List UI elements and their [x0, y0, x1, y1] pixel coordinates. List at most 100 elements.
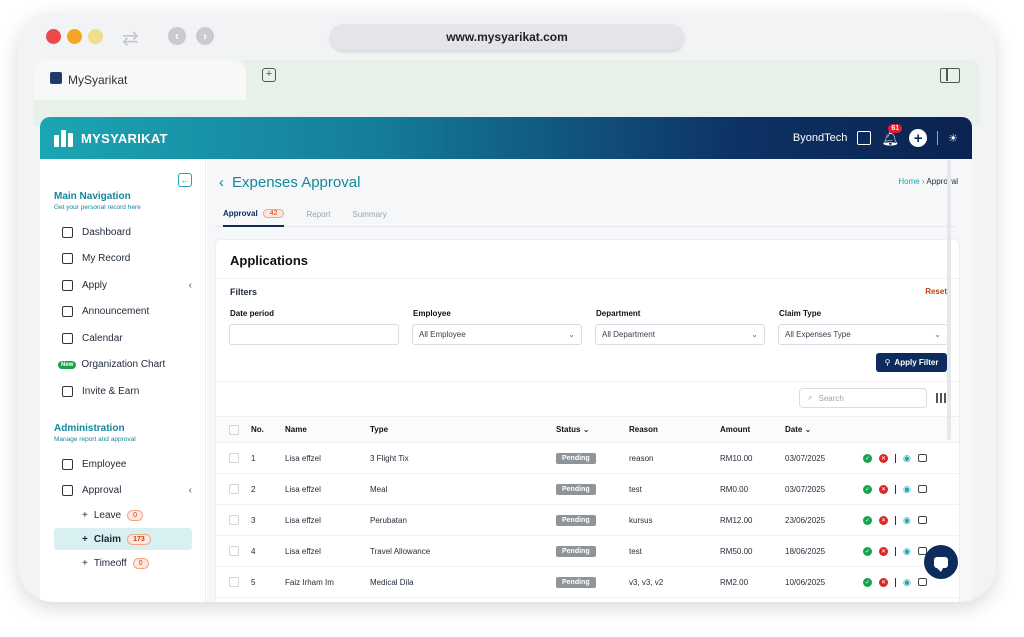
company-name[interactable]: ByondTech: [793, 132, 847, 144]
columns-icon[interactable]: [936, 393, 946, 403]
chevron-left-icon: ‹: [188, 280, 192, 291]
department-select[interactable]: All Department ⌄: [595, 324, 765, 345]
cell-date: 18/06/2025: [785, 546, 826, 556]
chevron-left-icon: ‹: [188, 485, 192, 496]
minimize-dot[interactable]: [67, 29, 82, 44]
approve-icon[interactable]: ✓: [863, 577, 872, 587]
tab-title: MySyarikat: [68, 73, 128, 87]
reject-icon[interactable]: ✕: [879, 484, 888, 494]
approve-icon[interactable]: ✓: [863, 484, 872, 494]
cell-name: Faiz Irham Im: [285, 577, 334, 587]
sidebar-item-calendar[interactable]: Calendar: [62, 333, 192, 344]
row-checkbox[interactable]: [229, 484, 239, 494]
back-chevron-icon[interactable]: ‹: [219, 174, 224, 191]
approve-icon[interactable]: ✓: [863, 546, 872, 556]
chevron-down-icon: ⌄: [582, 425, 590, 434]
col-date[interactable]: Date ⌄: [785, 417, 811, 442]
refresh-icon[interactable]: ⇄: [122, 26, 139, 51]
sidebar-subitem-leave[interactable]: + Leave 0: [54, 504, 192, 526]
col-status[interactable]: Status ⌄: [556, 417, 589, 442]
theme-icon[interactable]: ☀︎: [948, 132, 958, 145]
view-icon[interactable]: ◉: [903, 453, 911, 464]
print-icon[interactable]: [917, 454, 927, 462]
view-icon[interactable]: ◉: [903, 484, 911, 495]
back-icon[interactable]: ‹: [168, 27, 186, 45]
search-input[interactable]: ⌕ Search: [799, 388, 927, 408]
cell-date: 23/06/2025: [785, 515, 826, 525]
table-row[interactable]: 1 Lisa effzel 3 Flight Tix Pending reaso…: [216, 443, 959, 474]
row-checkbox[interactable]: [229, 515, 239, 525]
plus-icon: +: [82, 533, 88, 545]
print-icon[interactable]: [917, 516, 927, 524]
sidebar-item-my-record[interactable]: My Record: [62, 253, 192, 264]
brand[interactable]: MYSYARIKAT: [54, 129, 168, 147]
reject-icon[interactable]: ✕: [879, 577, 888, 587]
view-icon[interactable]: ◉: [903, 546, 911, 557]
browser-tab[interactable]: MySyarikat: [34, 60, 246, 100]
date-period-input[interactable]: [229, 324, 399, 345]
select-all-checkbox[interactable]: [229, 424, 239, 435]
divider: [895, 484, 896, 494]
table-row[interactable]: 5 Faiz Irham Im Medical Dila Pending v3,…: [216, 567, 959, 598]
reset-button[interactable]: Reset: [925, 287, 947, 296]
close-dot[interactable]: [46, 29, 61, 44]
row-checkbox[interactable]: [229, 453, 239, 463]
reject-icon[interactable]: ✕: [879, 453, 888, 463]
address-bar[interactable]: www.mysyarikat.com: [330, 24, 684, 50]
reject-icon[interactable]: ✕: [879, 515, 888, 525]
count-badge: 173: [127, 533, 151, 545]
claim-type-label: Claim Type: [779, 309, 822, 318]
sidebar-panel-icon[interactable]: [940, 68, 960, 83]
sidebar-item-organization-chart[interactable]: New Organization Chart: [58, 359, 192, 370]
tab-report[interactable]: Report: [306, 201, 330, 227]
chat-button[interactable]: [924, 545, 958, 579]
apply-filter-button[interactable]: ⚲ Apply Filter: [876, 353, 947, 372]
cell-date: 10/06/2025: [785, 577, 826, 587]
sidebar-item-label: Organization Chart: [81, 359, 166, 370]
select-all-checkbox-cell: [229, 417, 239, 442]
sidebar-item-apply[interactable]: Apply ‹: [62, 280, 192, 291]
sidebar-item-approval[interactable]: Approval ‹: [62, 485, 192, 496]
cell-type: Meal: [370, 484, 388, 494]
apply-icon: [62, 280, 73, 291]
approve-icon[interactable]: ✓: [863, 453, 872, 463]
browser-window: ⇄ ‹ › www.mysyarikat.com MySyarikat + MY…: [18, 12, 996, 602]
add-icon[interactable]: +: [909, 129, 928, 147]
employee-select[interactable]: All Employee ⌄: [412, 324, 582, 345]
reject-icon[interactable]: ✕: [879, 546, 888, 556]
calendar-icon: [62, 333, 73, 344]
row-checkbox[interactable]: [229, 577, 239, 587]
brand-logo-icon: [54, 129, 73, 147]
page-tabs: Approval 42 Report Summary: [215, 201, 955, 227]
new-tab-icon[interactable]: +: [262, 68, 276, 82]
view-icon[interactable]: ◉: [903, 577, 911, 588]
print-icon[interactable]: [917, 578, 927, 586]
tab-approval[interactable]: Approval 42: [223, 201, 285, 227]
forward-icon[interactable]: ›: [196, 27, 214, 45]
maximize-dot[interactable]: [88, 29, 103, 44]
sidebar-item-dashboard[interactable]: Dashboard: [62, 227, 192, 238]
view-icon[interactable]: ◉: [903, 515, 911, 526]
sidebar-subitem-claim[interactable]: + Claim 173: [54, 528, 192, 550]
sidebar-subitem-timeoff[interactable]: + Timeoff 0: [54, 552, 192, 574]
bell-icon[interactable]: 🔔︎ 61: [881, 123, 903, 147]
breadcrumb-home[interactable]: Home: [898, 177, 919, 186]
table-row[interactable]: 3 Lisa effzel Perubatan Pending kursus R…: [216, 505, 959, 536]
claim-type-select[interactable]: All Expenses Type ⌄: [778, 324, 948, 345]
collapse-sidebar-icon[interactable]: ←: [178, 173, 192, 187]
table-row[interactable]: 2 Lisa effzel Meal Pending test RM0.00 0…: [216, 474, 959, 505]
table-row[interactable]: 4 Lisa effzel Travel Allowance Pending t…: [216, 536, 959, 567]
print-icon[interactable]: [917, 485, 927, 493]
tab-summary[interactable]: Summary: [352, 201, 386, 227]
sidebar-item-announcement[interactable]: Announcement: [62, 306, 192, 317]
col-no: No.: [251, 425, 264, 434]
col-reason: Reason: [629, 425, 658, 434]
col-status-label: Status: [556, 425, 581, 434]
scrollbar[interactable]: [947, 160, 951, 440]
col-date-label: Date: [785, 425, 803, 434]
approve-icon[interactable]: ✓: [863, 515, 872, 525]
row-checkbox[interactable]: [229, 546, 239, 556]
sidebar-item-invite-earn[interactable]: Invite & Earn: [62, 386, 192, 397]
sidebar-item-employee[interactable]: Employee: [62, 459, 192, 470]
building-icon[interactable]: [857, 131, 872, 145]
